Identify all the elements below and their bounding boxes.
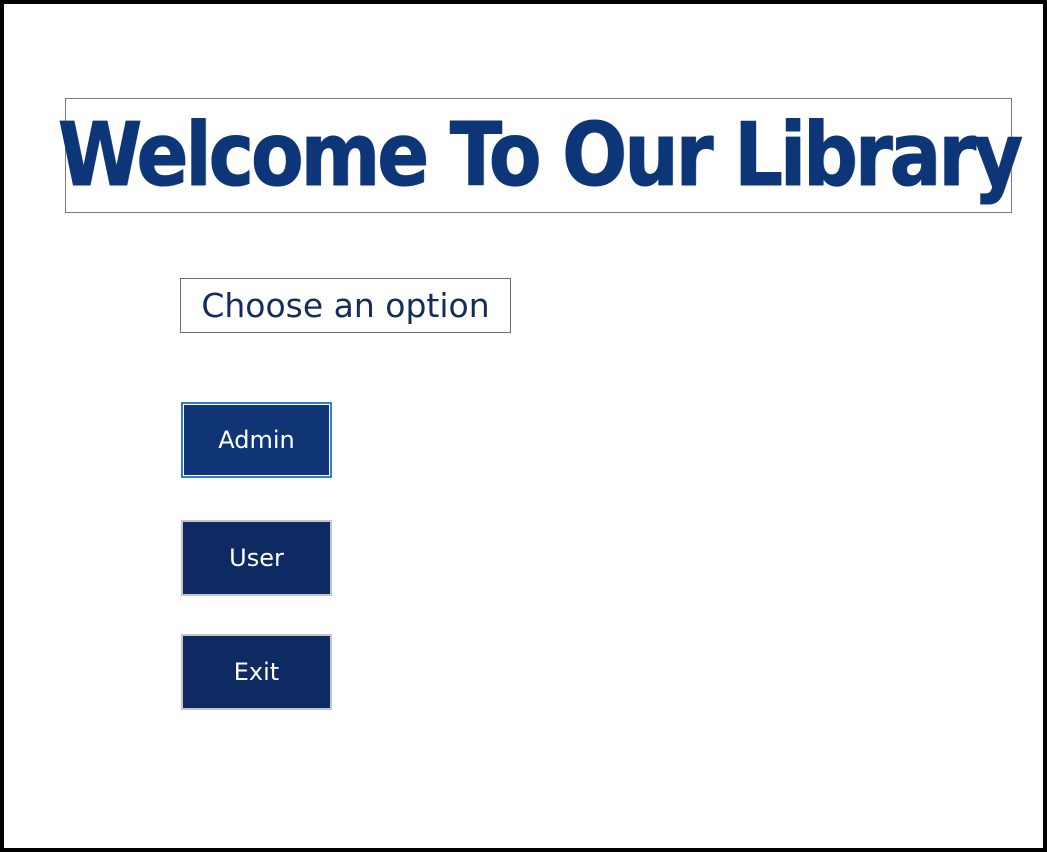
exit-button[interactable]: Exit	[181, 634, 332, 710]
user-button[interactable]: User	[181, 520, 332, 596]
main-window: Welcome To Our Library Choose an option …	[0, 0, 1047, 852]
welcome-title: Welcome To Our Library	[57, 105, 1023, 206]
choose-option-label: Choose an option	[180, 278, 511, 333]
welcome-banner: Welcome To Our Library	[57, 98, 1023, 213]
admin-button[interactable]: Admin	[181, 402, 332, 478]
